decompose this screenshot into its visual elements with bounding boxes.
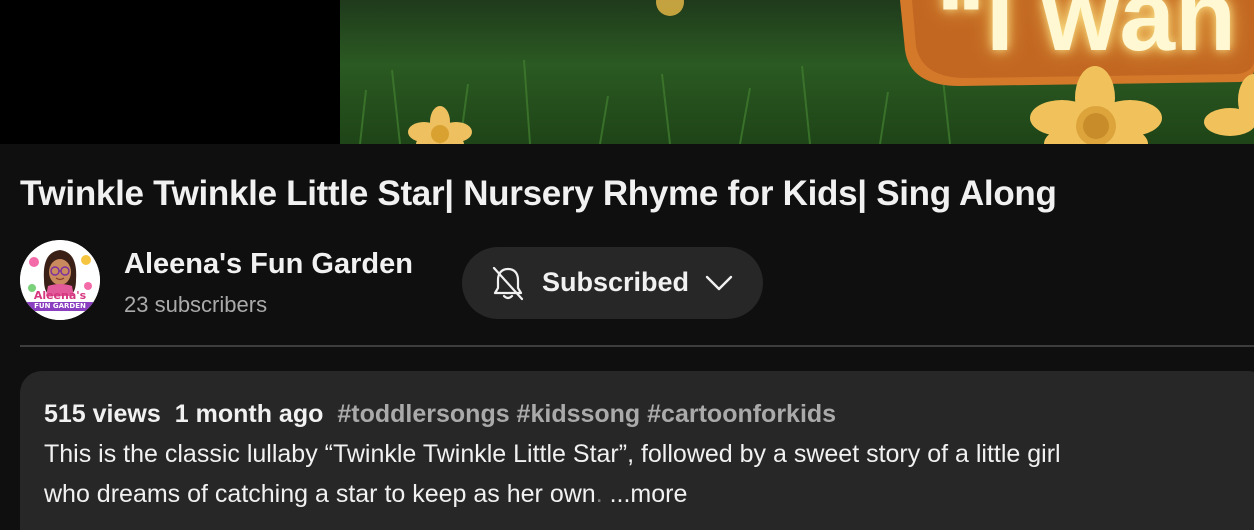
subscriber-count: 23 subscribers bbox=[124, 292, 268, 317]
description-line-1: This is the classic lullaby “Twinkle Twi… bbox=[44, 440, 1061, 468]
description-text: who dreams of catching a star to keep as… bbox=[44, 480, 596, 508]
channel-name[interactable]: Aleena's Fun Garden bbox=[124, 248, 413, 281]
avatar-logo-text-top: Aleena's bbox=[33, 289, 87, 302]
view-count: 515 views bbox=[44, 400, 161, 428]
description-fade: . bbox=[595, 480, 603, 508]
avatar-logo-text-bottom: FUN GARDEN bbox=[20, 302, 100, 311]
video-frame: “I wan bbox=[340, 0, 1254, 144]
channel-avatar[interactable]: Aleena's FUN GARDEN bbox=[20, 240, 100, 320]
video-player[interactable]: “I wan bbox=[0, 0, 1254, 144]
hashtag-links[interactable]: #toddlersongs #kidssong #cartoonforkids bbox=[337, 400, 836, 428]
video-title: Twinkle Twinkle Little Star| Nursery Rhy… bbox=[20, 174, 1057, 213]
chevron-down-icon[interactable] bbox=[704, 269, 734, 297]
subscribed-label: Subscribed bbox=[542, 267, 690, 297]
bell-off-icon bbox=[492, 266, 524, 301]
upload-age: 1 month ago bbox=[174, 400, 324, 428]
section-divider bbox=[20, 345, 1254, 347]
watch-page: “I wan Twinkle Twinkle Little Star| Nurs… bbox=[0, 0, 1254, 530]
video-meta: 515 views 1 month ago #toddlersongs #kidss… bbox=[44, 400, 836, 429]
show-more-link[interactable]: ...more bbox=[610, 480, 688, 508]
video-caption-text: “I wan bbox=[936, 0, 1237, 72]
flower-shape bbox=[408, 106, 472, 144]
description-line-2: who dreams of catching a star to keep as… bbox=[44, 480, 687, 509]
